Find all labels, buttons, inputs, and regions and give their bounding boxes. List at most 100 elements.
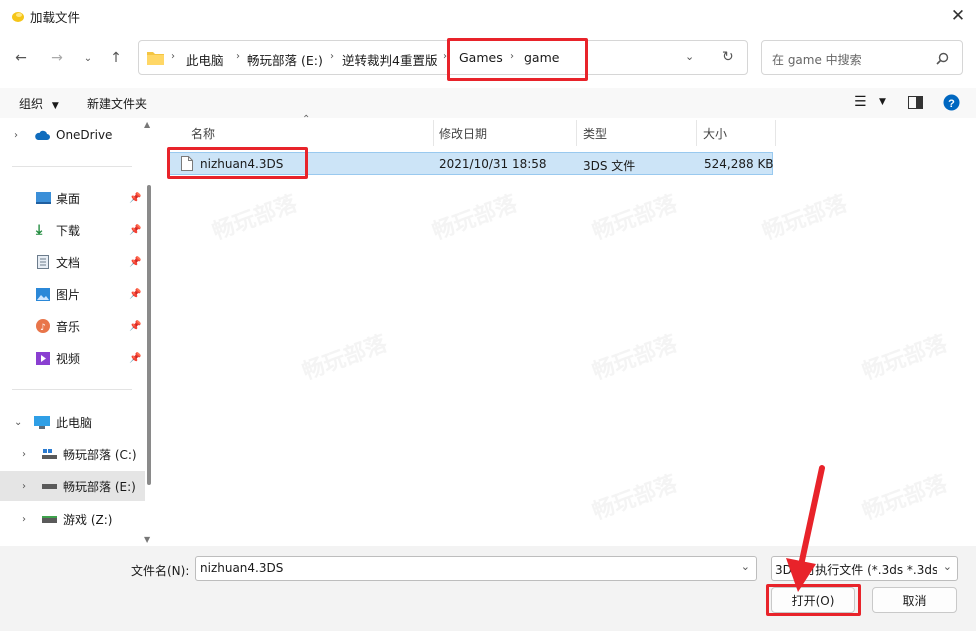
chevron-down-icon[interactable]: ⌄ [685, 50, 694, 63]
scroll-down-icon[interactable]: ▼ [144, 535, 150, 544]
column-header-size[interactable]: 大小 [703, 119, 773, 147]
pin-icon: 📌 [129, 256, 142, 268]
sidebar-item-drive-e[interactable]: › 畅玩部落 (E:) [0, 471, 145, 501]
close-button[interactable]: ✕ [944, 4, 972, 28]
sidebar-item-music[interactable]: ♪ 音乐 📌 [0, 311, 145, 341]
sidebar-item-label: 此电脑 [56, 415, 93, 430]
sidebar-item-label: 视频 [56, 351, 81, 366]
divider [12, 166, 132, 167]
sidebar-item-videos[interactable]: 视频 📌 [0, 343, 145, 373]
column-divider[interactable] [433, 120, 434, 146]
column-header-label: 名称 [191, 127, 216, 141]
caret-down-icon: ▼ [51, 101, 59, 111]
sidebar-item-onedrive[interactable]: › OneDrive [0, 120, 145, 150]
organize-button[interactable]: 组织 ▼ [19, 95, 59, 112]
divider [12, 389, 132, 390]
drive-icon [42, 449, 57, 459]
filename-label: 文件名(N): [131, 564, 190, 578]
chevron-right-icon[interactable]: › [22, 514, 42, 525]
computer-icon [34, 415, 50, 429]
file-modified: 2021/10/31 18:58 [439, 157, 547, 171]
column-header-modified[interactable]: 修改日期 [439, 119, 574, 147]
chevron-down-icon[interactable]: ⌄ [940, 560, 952, 573]
chevron-right-icon: › [236, 51, 240, 62]
watermark: 畅玩部落 [759, 191, 851, 246]
pin-icon: 📌 [129, 288, 142, 300]
forward-button[interactable]: → [45, 46, 69, 70]
column-header-name[interactable]: 名称 [191, 119, 431, 147]
pin-icon: 📌 [129, 224, 142, 236]
folder-icon [147, 52, 164, 65]
chevron-down-icon[interactable]: ⌄ [741, 560, 750, 573]
watermark: 畅玩部落 [209, 191, 301, 246]
new-folder-button[interactable]: 新建文件夹 [87, 95, 147, 112]
column-divider[interactable] [696, 120, 697, 146]
watermark: 畅玩部落 [859, 471, 951, 526]
sidebar-item-pictures[interactable]: 图片 📌 [0, 279, 145, 309]
navigation-pane: › OneDrive 桌面 📌 ⤓ 下载 📌 文档 📌 图片 📌 ♪ 音乐 📌 … [0, 118, 150, 546]
desktop-icon [36, 192, 51, 204]
recent-locations-button[interactable]: ⌄ [76, 46, 100, 70]
close-icon: ✕ [950, 6, 966, 26]
app-icon [12, 12, 24, 22]
pin-icon: 📌 [129, 192, 142, 204]
sidebar-item-label: 畅玩部落 (E:) [63, 479, 136, 494]
preview-pane-icon[interactable] [908, 96, 923, 109]
help-icon[interactable]: ? [943, 94, 960, 111]
sidebar-item-label: 畅玩部落 (C:) [63, 447, 137, 462]
column-header-type[interactable]: 类型 [583, 119, 693, 147]
sidebar-item-documents[interactable]: 文档 📌 [0, 247, 145, 277]
sidebar-item-label: 文档 [56, 255, 81, 270]
search-box[interactable]: 在 game 中搜索 [761, 40, 963, 75]
chevron-right-icon[interactable]: › [22, 449, 42, 460]
chevron-down-icon: ⌄ [83, 52, 93, 64]
back-button[interactable]: ← [9, 46, 33, 70]
music-icon: ♪ [36, 319, 50, 333]
view-options-icon[interactable]: ☰ [854, 94, 867, 110]
annotation-arrow-icon [786, 465, 825, 592]
column-header-label: 大小 [703, 127, 728, 141]
caret-down-icon[interactable]: ▼ [879, 97, 886, 107]
cloud-icon [35, 130, 50, 140]
column-divider[interactable] [576, 120, 577, 146]
crumb-this-pc[interactable]: 此电脑 [186, 50, 224, 69]
file-size: 524,288 KB [704, 157, 774, 171]
sidebar-item-label: 下载 [56, 223, 81, 238]
chevron-right-icon[interactable]: › [14, 130, 34, 141]
sidebar-scrollbar[interactable] [147, 185, 151, 485]
sidebar-item-downloads[interactable]: ⤓ 下载 📌 [0, 215, 145, 245]
sidebar-item-desktop[interactable]: 桌面 📌 [0, 183, 145, 213]
sidebar-item-label: 游戏 (Z:) [63, 512, 113, 527]
chevron-down-icon[interactable]: ⌄ [14, 417, 34, 428]
up-button[interactable]: ↑ [104, 46, 128, 70]
filename-field[interactable]: nizhuan4.3DS ⌄ [195, 556, 757, 581]
pictures-icon [36, 287, 50, 301]
pin-icon: 📌 [129, 320, 142, 332]
address-bar[interactable]: › 此电脑 › 畅玩部落 (E:) › 逆转裁判4重置版 › Games › g… [138, 40, 748, 75]
file-type: 3DS 文件 [583, 159, 636, 173]
search-input[interactable]: 在 game 中搜索 [772, 51, 862, 68]
column-divider[interactable] [775, 120, 776, 146]
sidebar-item-this-pc[interactable]: ⌄ 此电脑 [0, 407, 145, 437]
annotation-highlight-path [447, 38, 588, 81]
crumb-game-folder[interactable]: 逆转裁判4重置版 [342, 50, 437, 69]
sidebar-item-drive-c[interactable]: › 畅玩部落 (C:) [0, 439, 145, 469]
chevron-right-icon[interactable]: › [22, 481, 42, 492]
video-icon [36, 351, 50, 365]
sidebar-item-drive-z[interactable]: › 游戏 (Z:) [0, 504, 145, 534]
chevron-right-icon: › [171, 51, 175, 62]
cancel-button[interactable]: 取消 [872, 587, 957, 613]
arrow-left-icon: ← [15, 50, 27, 66]
document-icon [37, 255, 49, 269]
refresh-icon[interactable]: ↻ [722, 49, 734, 65]
watermark: 畅玩部落 [429, 191, 521, 246]
watermark: 畅玩部落 [589, 331, 681, 386]
download-icon: ⤓ [36, 222, 43, 238]
drive-icon [42, 483, 57, 489]
column-header-label: 修改日期 [439, 127, 488, 141]
watermark: 畅玩部落 [299, 331, 391, 386]
window-title: 加载文件 [30, 10, 81, 25]
sidebar-item-label: 音乐 [56, 319, 81, 334]
crumb-drive-e[interactable]: 畅玩部落 (E:) [247, 50, 323, 69]
scroll-up-icon[interactable]: ▲ [144, 120, 150, 129]
